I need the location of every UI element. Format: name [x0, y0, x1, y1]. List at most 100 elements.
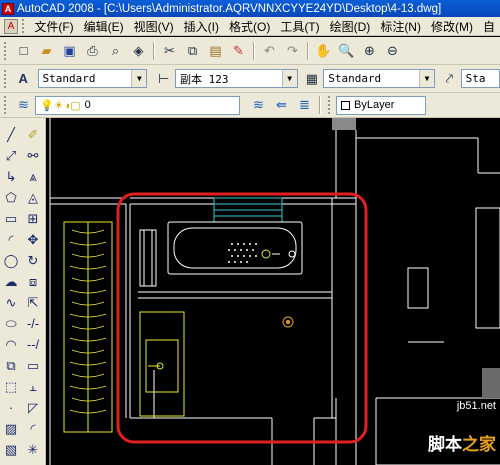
construction-line-icon[interactable]: ⤢ [1, 145, 21, 166]
circle-icon[interactable]: ◯ [1, 250, 21, 271]
toolbar-grip[interactable] [4, 96, 10, 114]
copy-object-icon[interactable]: ⚯ [23, 145, 43, 166]
standard-toolbar: □ ▰ ▣ ⎙ ⌕ ◈ ✂ ⧉ ▤ ✎ ↶ ↷ ✋ 🔍 ⊕ ⊖ [0, 37, 500, 65]
zoom-previous-icon[interactable]: ⊖ [382, 40, 403, 61]
point-icon[interactable]: · [1, 397, 21, 418]
hatch-icon[interactable]: ▨ [1, 418, 21, 439]
join-icon[interactable]: ⫠ [23, 376, 43, 397]
menu-dimension[interactable]: 标注(N) [375, 18, 426, 35]
dim-style-select[interactable]: 副本 123 ▼ [174, 69, 298, 88]
toolbar-grip[interactable] [328, 96, 334, 114]
layer-previous-icon[interactable]: ⇚ [271, 95, 292, 116]
dim-style-value: 副本 123 [179, 72, 229, 86]
right-wall-fill [482, 368, 500, 398]
erase-icon[interactable]: ✐ [23, 124, 43, 145]
color-control-select[interactable]: ByLayer [336, 95, 426, 115]
text-style-icon[interactable]: A [13, 68, 34, 89]
highlight-rectangle [116, 192, 368, 444]
menu-tools[interactable]: 工具(T) [275, 18, 324, 35]
scale-icon[interactable]: ⧈ [23, 271, 43, 292]
table-style-icon[interactable]: ▦ [302, 68, 323, 89]
menu-format[interactable]: 格式(O) [224, 18, 275, 35]
polygon-icon[interactable]: ⬠ [1, 187, 21, 208]
spline-icon[interactable]: ∿ [1, 292, 21, 313]
array-icon[interactable]: ⊞ [23, 208, 43, 229]
paste-icon[interactable]: ▤ [205, 40, 226, 61]
redo-icon[interactable]: ↷ [282, 40, 303, 61]
arc-icon[interactable]: ◜ [1, 229, 21, 250]
separator [153, 41, 155, 60]
bathtub-handle [288, 250, 296, 258]
revision-cloud-icon[interactable]: ☁ [1, 271, 21, 292]
watermark-site: jb51.net [456, 400, 496, 412]
new-icon[interactable]: □ [13, 40, 34, 61]
trim-icon[interactable]: -/- [23, 313, 43, 334]
wall-block [332, 118, 356, 130]
toolbar-grip[interactable] [4, 41, 10, 60]
make-object-layer-current-icon[interactable]: ≋ [248, 95, 269, 116]
menu-view[interactable]: 视图(V) [129, 18, 179, 35]
menu-file[interactable]: 文件(F) [29, 18, 78, 35]
pan-icon[interactable]: ✋ [313, 40, 334, 61]
floor-drain-center [286, 320, 290, 324]
gradient-icon[interactable]: ▧ [1, 439, 21, 460]
rotate-icon[interactable]: ↻ [23, 250, 43, 271]
text-style-value: Standard [42, 72, 96, 85]
modify-toolbar: ✐ ⚯ ⩓ ◬ ⊞ ✥ ↻ ⧈ ⇱ -/- --/ ▭ ⫠ ◸ ◜ ✳ [22, 124, 44, 460]
layer-manager-icon[interactable]: ≋ [13, 95, 34, 116]
stretch-icon[interactable]: ⇱ [23, 292, 43, 313]
dim-style-icon[interactable]: ⊢ [153, 68, 174, 89]
save-icon[interactable]: ▣ [59, 40, 80, 61]
offset-icon[interactable]: ◬ [23, 187, 43, 208]
toolbar-grip[interactable] [4, 69, 10, 88]
watermark-brand: 脚本之家 [428, 430, 496, 455]
multileader-style-icon[interactable]: ⤤ [439, 68, 460, 89]
autocad-app-icon: A [2, 2, 14, 15]
chamfer-icon[interactable]: ◸ [23, 397, 43, 418]
break-icon[interactable]: ▭ [23, 355, 43, 376]
menu-draw[interactable]: 绘图(D) [325, 18, 376, 35]
layer-states-icon[interactable]: ≣ [294, 95, 315, 116]
publish-icon[interactable]: ◈ [128, 40, 149, 61]
make-block-icon[interactable]: ⬚ [1, 376, 21, 397]
menu-edit[interactable]: 编辑(E) [79, 18, 129, 35]
rectangle-icon[interactable]: ▭ [1, 208, 21, 229]
menu-modify[interactable]: 修改(M) [426, 18, 478, 35]
extend-icon[interactable]: --/ [23, 334, 43, 355]
table-style-value: Standard [328, 72, 382, 85]
table-style-select[interactable]: Standard ▼ [323, 69, 436, 88]
polyline-icon[interactable]: ↳ [1, 166, 21, 187]
menu-more[interactable]: 自 [478, 18, 500, 35]
title-bar: A AutoCAD 2008 - [C:\Users\Administrator… [0, 0, 500, 17]
ellipse-icon[interactable]: ⬭ [1, 313, 21, 334]
match-properties-icon[interactable]: ✎ [228, 40, 249, 61]
plot-preview-icon[interactable]: ⌕ [105, 40, 126, 61]
line-icon[interactable]: ╱ [1, 124, 21, 145]
separator [319, 96, 321, 114]
cut-icon[interactable]: ✂ [159, 40, 180, 61]
insert-block-icon[interactable]: ⧉ [1, 355, 21, 376]
menu-grip[interactable] [21, 19, 27, 33]
layer-select[interactable]: 💡☀◑▢ 0 [35, 95, 240, 115]
undo-icon[interactable]: ↶ [259, 40, 280, 61]
open-icon[interactable]: ▰ [36, 40, 57, 61]
layers-toolbar: ≋ 💡☀◑▢ 0 ≋ ⇚ ≣ ByLayer [0, 93, 500, 118]
zoom-realtime-icon[interactable]: 🔍 [336, 40, 357, 61]
mirror-icon[interactable]: ⩓ [23, 166, 43, 187]
chevron-down-icon[interactable]: ▼ [419, 70, 435, 87]
plot-icon[interactable]: ⎙ [82, 40, 103, 61]
chevron-down-icon[interactable]: ▼ [281, 70, 297, 87]
text-style-select[interactable]: Standard ▼ [37, 69, 148, 88]
zoom-window-icon[interactable]: ⊕ [359, 40, 380, 61]
ellipse-arc-icon[interactable]: ◠ [1, 334, 21, 355]
fillet-icon[interactable]: ◜ [23, 418, 43, 439]
move-icon[interactable]: ✥ [23, 229, 43, 250]
document-system-icon[interactable]: A [4, 18, 18, 34]
copy-icon[interactable]: ⧉ [182, 40, 203, 61]
explode-icon[interactable]: ✳ [23, 439, 43, 460]
drawing-canvas[interactable] [46, 118, 500, 465]
menu-insert[interactable]: 插入(I) [179, 18, 224, 35]
right-room-outline [475, 207, 500, 329]
multileader-style-select[interactable]: Sta [460, 69, 500, 88]
chevron-down-icon[interactable]: ▼ [131, 70, 147, 87]
